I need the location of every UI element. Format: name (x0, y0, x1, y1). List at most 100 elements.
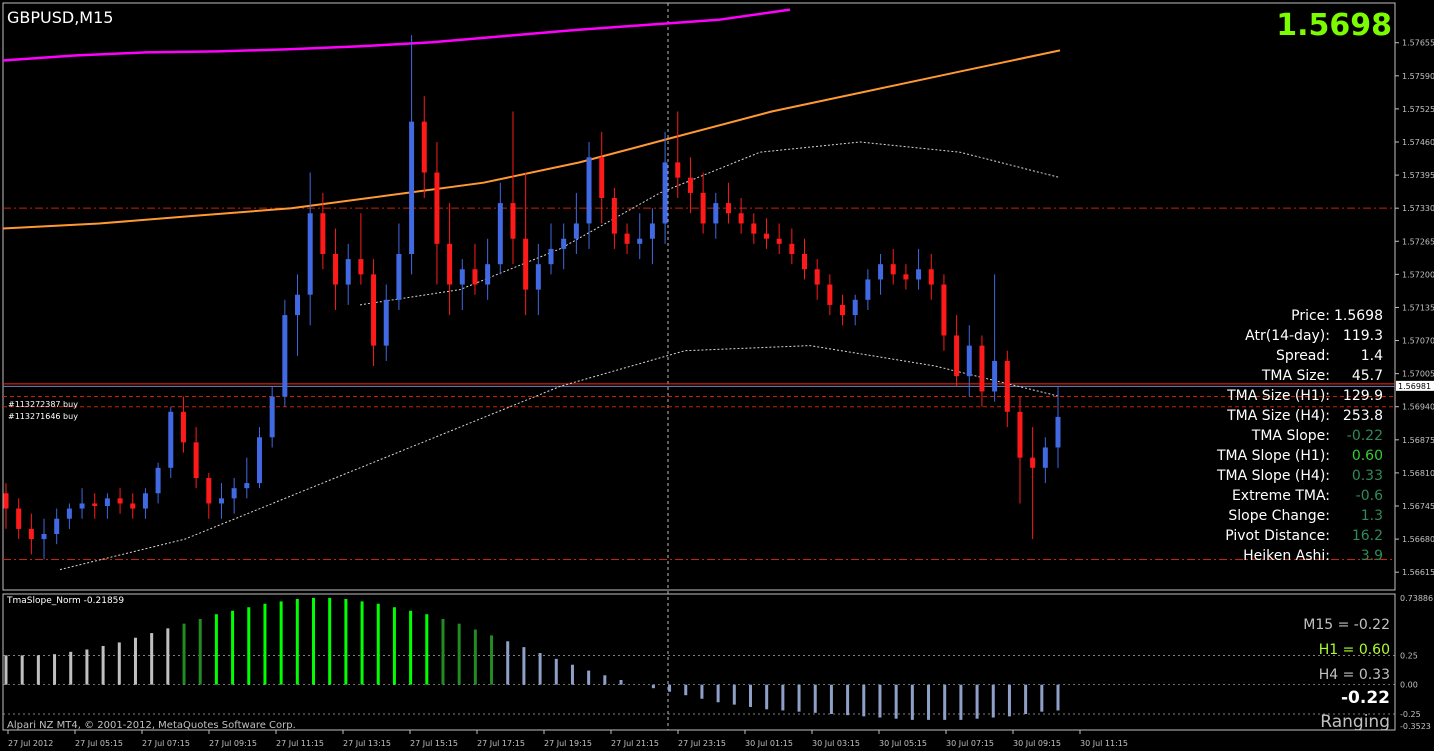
candle-body (371, 274, 377, 346)
info-row: TMA Size (H1): 129.9 (1130, 386, 1385, 406)
candle-body (434, 172, 440, 244)
candle-body (3, 493, 9, 509)
info-value: -0.22 (1346, 428, 1383, 444)
candle-body (954, 335, 960, 377)
candle-body (611, 198, 617, 234)
candle-body (852, 299, 858, 316)
candle-body (345, 259, 351, 285)
candle-body (535, 264, 541, 290)
time-tick-label: 27 Jul 09:15 (209, 739, 257, 748)
candle-body (421, 121, 427, 173)
time-tick-label: 27 Jul 05:15 (75, 739, 123, 748)
candle-body (295, 294, 301, 316)
info-value: 45.7 (1351, 368, 1383, 384)
price-axis: 1.57655 1.57590 1.57525 1.57460 1.57395 1.573… (1395, 39, 1434, 731)
price-tick-label: 1.57590 (1402, 72, 1434, 81)
price-tick-label: 1.57330 (1402, 204, 1434, 213)
price-tick-label: 1.57265 (1402, 237, 1434, 246)
time-tick-label: 30 Jul 09:15 (1013, 739, 1061, 748)
candle-body (523, 238, 529, 290)
candle-body (814, 269, 820, 285)
candle-body (713, 203, 719, 224)
info-value: 1.5698 (1334, 308, 1383, 324)
slope-h4: H4 = 0.33 (1318, 667, 1390, 683)
info-value: 129.9 (1342, 388, 1383, 404)
info-row: TMA Size: 45.7 (1130, 366, 1385, 386)
indicator-tick-label: -0.3523 (1400, 722, 1431, 731)
price-tick-label: 1.57655 (1402, 39, 1434, 48)
info-row: Pivot Distance: 16.2 (1130, 526, 1385, 546)
candle-body (649, 223, 655, 239)
info-value: 0.33 (1351, 468, 1383, 484)
candle-body (206, 478, 212, 504)
candle-body (320, 213, 326, 254)
candle-body (928, 269, 934, 285)
time-tick-label: 27 Jul 15:15 (410, 739, 458, 748)
candle-body (865, 279, 871, 300)
candle-body (510, 203, 516, 239)
candle-body (599, 157, 605, 198)
tma-slope-histogram (4, 597, 1060, 720)
candle-body (497, 203, 503, 265)
current-price-tag-label: 1.56981 (1398, 382, 1431, 391)
candle-body (130, 503, 136, 509)
indicator-tick-label: 0.00 (1400, 681, 1418, 690)
time-tick-label: 27 Jul 13:15 (343, 739, 391, 748)
candle-body (409, 121, 415, 255)
info-label: TMA Size (H1): (1227, 388, 1330, 404)
candle-body (180, 411, 186, 443)
candle-body (979, 345, 985, 392)
slope-current: -0.22 (1341, 688, 1390, 708)
info-value: 119.3 (1342, 328, 1383, 344)
candle-body (637, 238, 643, 244)
candle-body (573, 223, 579, 239)
price-tick-label: 1.57070 (1402, 337, 1434, 346)
current-price-display: 1.5698 (1276, 8, 1392, 43)
candle-body (586, 157, 592, 224)
candle-body (92, 503, 98, 506)
price-tick-label: 1.57200 (1402, 270, 1434, 279)
info-value: 3.9 (1360, 548, 1383, 564)
candle-body (16, 508, 22, 529)
candle-body (66, 508, 72, 519)
candle-body (104, 498, 110, 506)
candle-body (358, 259, 364, 275)
time-tick-label: 27 Jul 11:15 (276, 739, 324, 748)
time-tick-label: 30 Jul 05:15 (879, 739, 927, 748)
indicator-tick-label: -0.25 (1400, 710, 1421, 719)
time-tick-label: 27 Jul 23:15 (678, 739, 726, 748)
candle-body (155, 467, 161, 494)
info-row: Extreme TMA: -0.6 (1130, 486, 1385, 506)
indicator-tick-label: 0.73886 (1400, 594, 1433, 603)
info-label: Extreme TMA: (1231, 488, 1330, 504)
candle-body (231, 488, 237, 499)
price-tick-label: 1.57135 (1402, 303, 1434, 312)
time-tick-label: 27 Jul 17:15 (477, 739, 525, 748)
candle-body (776, 238, 782, 244)
candle-body (966, 345, 972, 377)
info-row: Heiken Ashi: 3.9 (1130, 546, 1385, 566)
info-row: TMA Slope (H4): 0.33 (1130, 466, 1385, 486)
candle-body (41, 534, 47, 540)
candle-body (992, 360, 998, 392)
info-value: -0.6 (1355, 488, 1383, 504)
price-tick-label: 1.57525 (1402, 105, 1434, 114)
candle-body (903, 274, 909, 280)
time-tick-label: 30 Jul 07:15 (946, 739, 994, 748)
candle-body (890, 264, 896, 275)
info-label: TMA Size (H4): (1227, 408, 1330, 424)
info-value: 1.3 (1360, 508, 1383, 524)
candle-body (193, 442, 199, 478)
candle-body (28, 528, 34, 540)
candle-body (763, 233, 769, 239)
candle-body (256, 437, 262, 484)
candle-body (383, 299, 389, 346)
time-tick-label: 27 Jul 21:15 (611, 739, 659, 748)
candle-body (396, 254, 402, 300)
candle-body (282, 315, 288, 397)
info-label: TMA Slope: (1251, 428, 1330, 444)
info-row: Price: 1.5698 (1130, 306, 1385, 326)
candle-body (142, 493, 148, 509)
copyright-text: Alpari NZ MT4, © 2001-2012, MetaQuotes S… (7, 720, 296, 731)
info-row: TMA Slope (H1): 0.60 (1130, 446, 1385, 466)
